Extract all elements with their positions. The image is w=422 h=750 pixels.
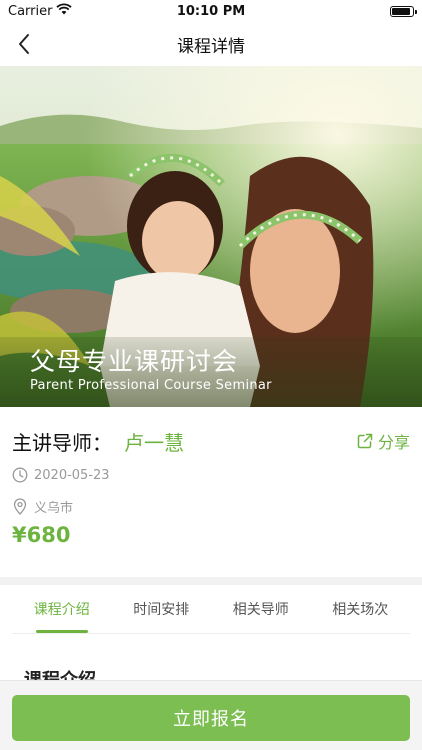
status-bar: Carrier 10:10 PM (0, 0, 422, 22)
location-row: 义乌市 (12, 497, 73, 516)
course-date: 2020-05-23 (34, 467, 110, 483)
clock-icon (12, 467, 28, 483)
section-divider (0, 577, 422, 585)
tab-label: 课程介绍 (33, 602, 90, 618)
tab-schedule[interactable]: 时间安排 (112, 585, 212, 633)
share-icon (357, 433, 373, 449)
location-pin-icon (13, 498, 27, 515)
chevron-left-icon (19, 34, 29, 54)
banner-subtitle: Parent Professional Course Seminar (30, 378, 272, 393)
share-button[interactable]: 分享 (357, 429, 410, 453)
course-location: 义乌市 (34, 501, 74, 516)
course-tabs: 课程介绍 时间安排 相关导师 相关场次 (12, 585, 410, 634)
share-label: 分享 (377, 433, 410, 452)
battery-icon (390, 5, 417, 17)
tab-label: 时间安排 (133, 602, 190, 618)
course-price: ¥680 (12, 523, 71, 547)
signup-button[interactable]: 立即报名 (12, 695, 410, 741)
tab-label: 相关场次 (332, 602, 389, 618)
status-time: 10:10 PM (176, 3, 246, 19)
teacher-name[interactable]: 卢一慧 (124, 427, 184, 456)
wifi-icon (56, 3, 73, 19)
status-left: Carrier (8, 3, 148, 19)
page-title: 课程详情 (177, 36, 245, 57)
teacher-label: 主讲导师： (12, 431, 112, 455)
tab-label: 相关导师 (232, 602, 289, 618)
teacher-row: 主讲导师： 卢一慧 (12, 427, 184, 456)
tab-related-mentors[interactable]: 相关导师 (211, 585, 311, 633)
date-row: 2020-05-23 (12, 467, 110, 483)
bottom-action-bar: 立即报名 (0, 680, 422, 750)
back-button[interactable] (10, 30, 38, 58)
status-right (274, 5, 417, 17)
course-info: 主讲导师： 卢一慧 分享 2020-05-23 义乌市 ¥680 (0, 407, 422, 577)
banner-title: 父母专业课研讨会 (30, 347, 239, 376)
carrier-label: Carrier (8, 3, 53, 19)
course-banner: 父母专业课研讨会 Parent Professional Course Semi… (0, 66, 422, 407)
nav-bar: 课程详情 (0, 22, 422, 66)
tab-course-intro[interactable]: 课程介绍 (12, 585, 112, 633)
battery-level (392, 7, 410, 15)
tab-related-sessions[interactable]: 相关场次 (311, 585, 411, 633)
